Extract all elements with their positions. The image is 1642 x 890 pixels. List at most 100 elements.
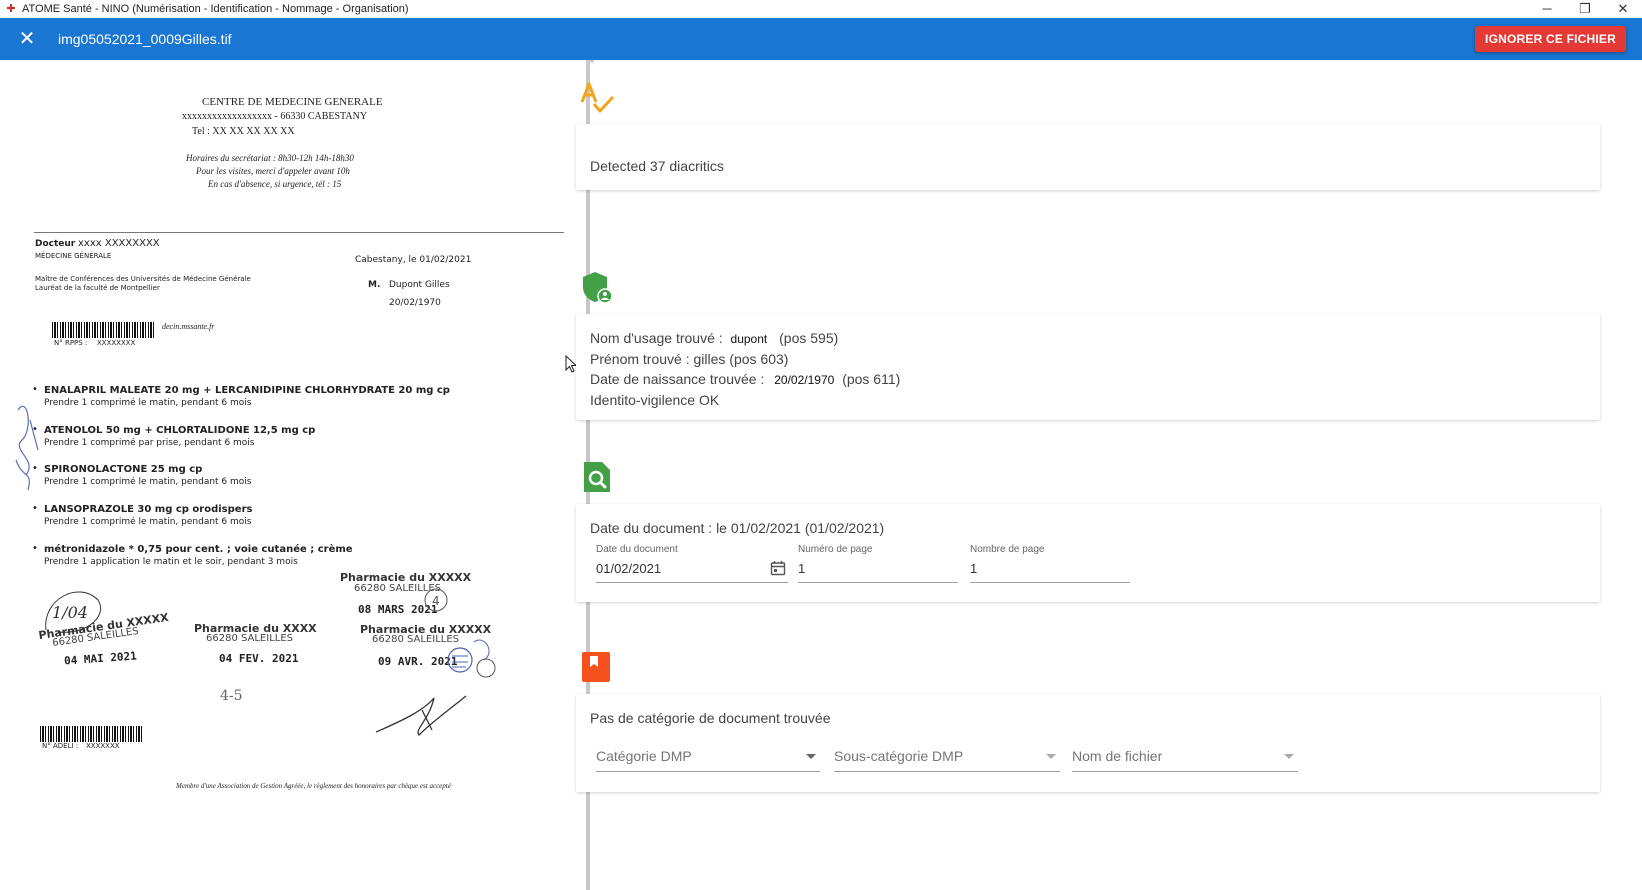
stamp-4-seal xyxy=(447,639,496,678)
prescription-2-posology: Prendre 1 comprimé par prise, pendant 6 … xyxy=(44,438,255,448)
minimize-button[interactable]: ─ xyxy=(1528,0,1566,18)
date-message: Date du document : le 01/02/2021 (01/02/… xyxy=(590,520,885,536)
prescription-1-drug: ENALAPRIL MALEATE 20 mg + LERCANIDIPINE … xyxy=(44,385,450,396)
nom-value: dupont xyxy=(730,332,768,346)
document-preview[interactable]: CENTRE DE MEDECINE GENERALE xxxxxxxxxxxx… xyxy=(0,60,590,890)
svg-text:4: 4 xyxy=(432,594,440,608)
adeli-label: N° ADELI : xyxy=(42,742,79,750)
center-name: CENTRE DE MEDECINE GENERALE xyxy=(202,96,383,108)
document-date-value: 01/02/2021 xyxy=(596,561,662,576)
category-card: Pas de catégorie de document trouvée Cat… xyxy=(576,694,1600,792)
page-number-input[interactable]: 1 xyxy=(798,561,958,583)
chevron-down-icon xyxy=(806,754,816,759)
stamp-3-date: 04 FEV. 2021 xyxy=(219,652,299,665)
prescription-3-posology: Prendre 1 comprimé le matin, pendant 6 m… xyxy=(44,477,252,487)
file-search-icon xyxy=(584,462,610,492)
prescription-2-drug: ATENOLOL 50 mg + CHLORTALIDONE 12,5 mg c… xyxy=(44,425,316,436)
diacritics-card: Detected 37 diacritics xyxy=(576,124,1600,190)
bookmark-icon xyxy=(582,652,610,682)
adeli-barcode xyxy=(40,726,144,742)
stamp-2-date: 04 MAI 2021 xyxy=(63,649,138,668)
prescription-5-drug: métronidazole * 0,75 pour cent. ; voie c… xyxy=(44,544,353,555)
page-number-label: Numéro de page xyxy=(798,544,873,555)
window-close-button[interactable]: ✕ xyxy=(1604,0,1642,18)
adeli-value: XXXXXXX xyxy=(86,742,120,750)
chevron-down-icon xyxy=(1046,754,1056,759)
svg-text:1/04: 1/04 xyxy=(52,603,88,622)
bullet: • xyxy=(32,503,38,514)
dob-line: Date de naissance trouvée : 20/02/1970 (… xyxy=(590,369,900,390)
document-date-field[interactable]: Date du document 01/02/2021 xyxy=(596,544,788,583)
spellcheck-icon xyxy=(580,82,614,113)
window-title: ATOME Santé - NINO (Numérisation - Ident… xyxy=(22,3,409,15)
date-card: Date du document : le 01/02/2021 (01/02/… xyxy=(576,504,1600,602)
nom-label: Nom d'usage trouvé : xyxy=(590,330,723,346)
maximize-button[interactable]: ❐ xyxy=(1566,0,1604,18)
prescription-4-posology: Prendre 1 comprimé le matin, pendant 6 m… xyxy=(44,517,252,527)
rpps-label: N° RPPS : xyxy=(54,339,88,347)
app-bar: ✕ img05052021_0009Gilles.tif IGNORER CE … xyxy=(0,18,1642,60)
page-count-label: Nombre de page xyxy=(970,544,1045,555)
page-count-input[interactable]: 1 xyxy=(970,561,1130,583)
page-number-field[interactable]: Numéro de page 1 xyxy=(798,544,958,583)
doctor-label: Docteur xyxy=(35,239,76,249)
stamp-3-city: 66280 SALEILLES xyxy=(206,633,294,644)
dmp-category-select[interactable]: Catégorie DMP xyxy=(596,748,820,772)
close-file-icon[interactable]: ✕ xyxy=(14,26,40,52)
nom-pos: (pos 595) xyxy=(779,330,839,346)
identito-status: Identito-vigilence OK xyxy=(590,392,720,408)
rpps-value: XXXXXXXX xyxy=(97,339,136,347)
email-fragment: decin.mssante.fr xyxy=(162,322,215,331)
doctor-signature xyxy=(375,695,467,736)
place-date: Cabestany, le 01/02/2021 xyxy=(355,255,472,265)
doctor-specialty: MÉDECINE GÉNÉRALE xyxy=(35,252,112,260)
dmp-category-placeholder: Catégorie DMP xyxy=(596,748,692,764)
doctor-title-2: Lauréat de la faculté de Montpellier xyxy=(35,284,160,292)
patient-civility: M. xyxy=(368,280,381,290)
bullet: • xyxy=(32,543,38,554)
diacritics-message: Detected 37 diacritics xyxy=(590,158,724,174)
dob-value: 20/02/1970 xyxy=(774,373,835,387)
ignore-file-button[interactable]: IGNORER CE FICHIER xyxy=(1475,26,1626,52)
dob-label: Date de naissance trouvée : xyxy=(590,371,765,387)
prescription-4-drug: LANSOPRAZOLE 30 mg cp orodispers xyxy=(44,504,253,515)
prenom-line: Prénom trouvé : gilles (pos 603) xyxy=(590,351,789,367)
shield-account-icon xyxy=(583,272,613,304)
hours-line-3: En cas d'absence, si urgence, tél : 15 xyxy=(208,179,342,189)
prescription-3-drug: SPIRONOLACTONE 25 mg cp xyxy=(44,464,203,475)
handwritten-note: 4-5 xyxy=(220,688,243,704)
app-logo-icon: ✚ xyxy=(6,3,16,15)
chevron-down-icon xyxy=(1284,754,1294,759)
doctor-title-1: Maître de Conférences des Universités de… xyxy=(35,275,251,283)
hours-line-1: Horaires du secrétariat : 8h30-12h 14h-1… xyxy=(186,153,354,163)
document-date-input[interactable]: 01/02/2021 xyxy=(596,561,788,583)
margin-handwriting xyxy=(15,405,39,491)
header-separator xyxy=(34,232,564,233)
identity-card: Nom d'usage trouvé : dupont (pos 595) Pr… xyxy=(576,314,1600,420)
file-name: img05052021_0009Gilles.tif xyxy=(58,31,232,47)
patient-dob: 20/02/1970 xyxy=(389,298,441,308)
prescription-1-posology: Prendre 1 comprimé le matin, pendant 6 m… xyxy=(44,398,252,408)
window-title-bar: ✚ ATOME Santé - NINO (Numérisation - Ide… xyxy=(0,0,1642,18)
analysis-panel: Detected 37 diacritics Nom d'usage trouv… xyxy=(576,60,1642,890)
stamp-2-handwriting: 1/04 xyxy=(45,591,101,633)
center-address: xxxxxxxxxxxxxxxxxx - 66330 CABESTANY xyxy=(182,111,368,122)
prescription-5-posology: Prendre 1 application le matin et le soi… xyxy=(44,557,298,567)
dob-pos: (pos 611) xyxy=(842,371,901,387)
scanned-prescription: CENTRE DE MEDECINE GENERALE xxxxxxxxxxxx… xyxy=(4,60,584,890)
center-tel: Tel : XX XX XX XX XX xyxy=(192,126,295,137)
filename-placeholder: Nom de fichier xyxy=(1072,748,1163,764)
calendar-icon[interactable] xyxy=(770,560,786,576)
page-count-field[interactable]: Nombre de page 1 xyxy=(970,544,1130,583)
stamp-1-mark: 4 xyxy=(424,588,448,612)
patient-name: Dupont Gilles xyxy=(389,280,450,290)
filename-select[interactable]: Nom de fichier xyxy=(1072,748,1298,772)
category-message: Pas de catégorie de document trouvée xyxy=(590,710,831,726)
hours-line-2: Pour les visites, merci d'appeler avant … xyxy=(196,166,350,176)
document-date-label: Date du document xyxy=(596,544,678,555)
dmp-subcategory-select[interactable]: Sous-catégorie DMP xyxy=(834,748,1060,772)
document-footer: Membre d'une Association de Gestion Agré… xyxy=(176,782,451,790)
rpps-barcode xyxy=(52,322,156,338)
dmp-subcategory-placeholder: Sous-catégorie DMP xyxy=(834,748,964,764)
nom-line: Nom d'usage trouvé : dupont (pos 595) xyxy=(590,328,900,349)
